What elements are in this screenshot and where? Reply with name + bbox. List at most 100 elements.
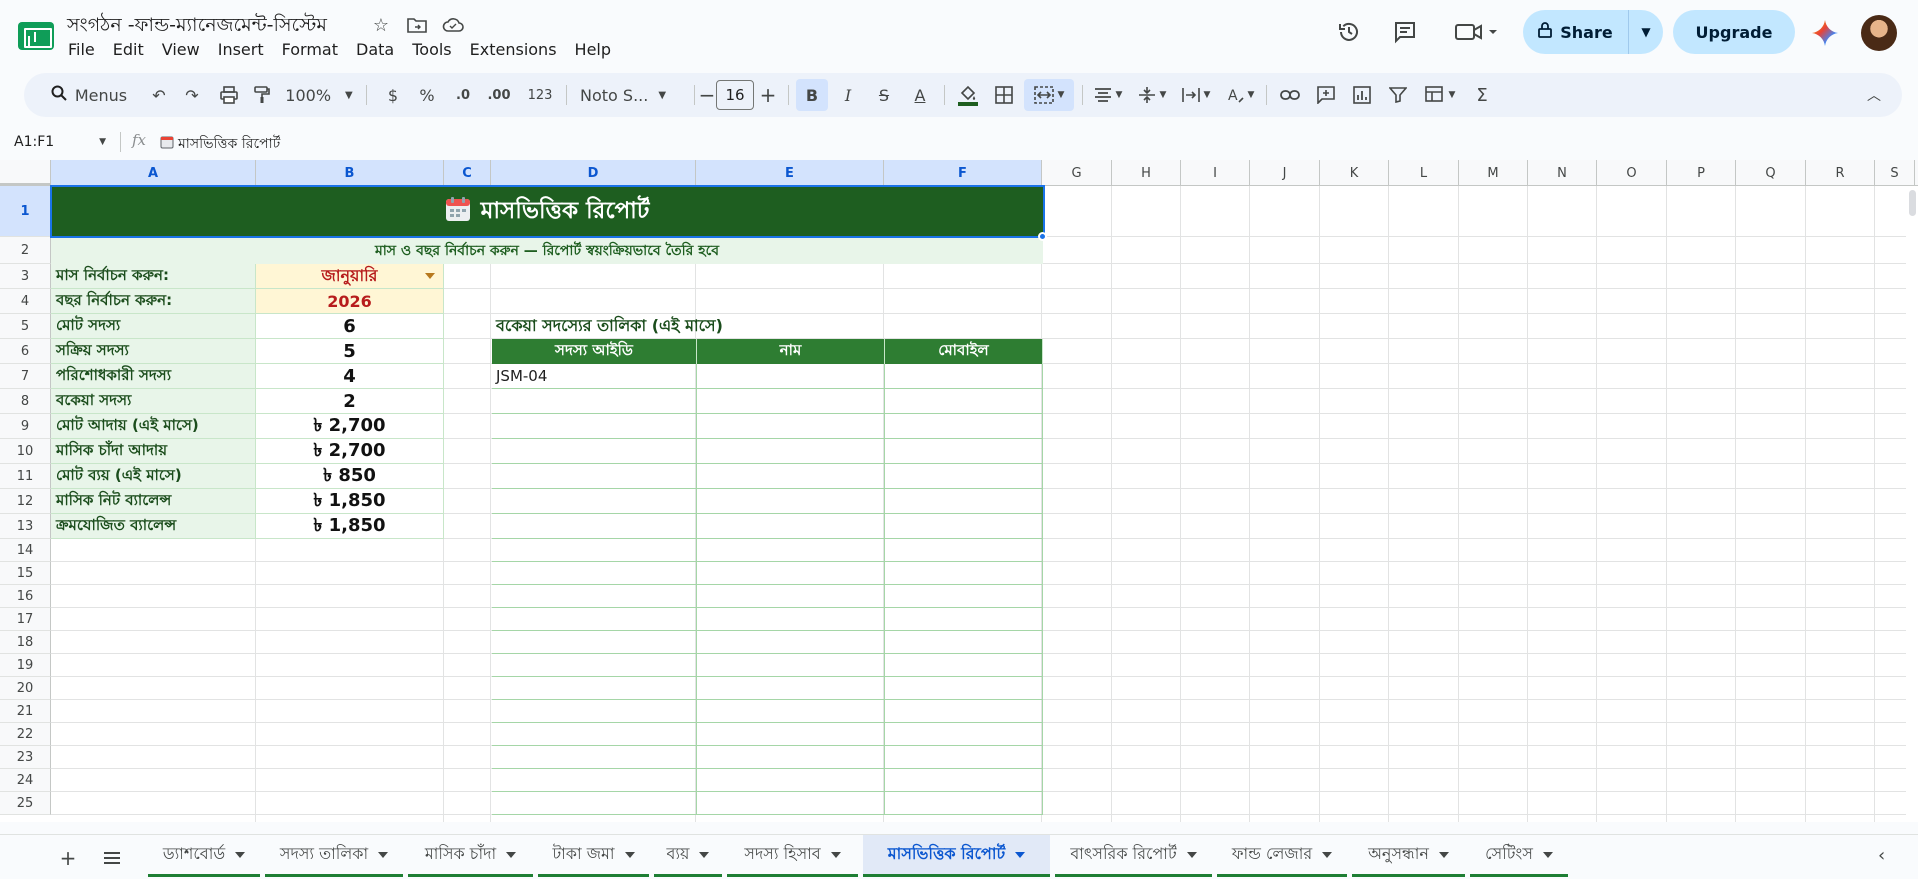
- row-header[interactable]: 23: [0, 746, 51, 769]
- due-table-cell[interactable]: [492, 769, 697, 792]
- due-header-member-id[interactable]: সদস্য আইডি: [492, 339, 697, 364]
- due-table-cell[interactable]: [492, 654, 697, 677]
- decrease-font-size-button[interactable]: −: [698, 79, 716, 111]
- due-table-cell[interactable]: [885, 746, 1043, 769]
- version-history-icon[interactable]: [1335, 18, 1363, 46]
- column-header[interactable]: J: [1250, 160, 1320, 186]
- menu-data[interactable]: Data: [356, 40, 394, 59]
- menu-file[interactable]: File: [68, 40, 95, 59]
- sheet-tab[interactable]: সদস্য তালিকা: [265, 835, 403, 877]
- due-table-cell[interactable]: [697, 631, 885, 654]
- all-sheets-icon[interactable]: [97, 843, 127, 873]
- add-sheet-icon[interactable]: +: [53, 843, 83, 873]
- column-header[interactable]: N: [1528, 160, 1597, 186]
- stat-value[interactable]: ৳ 2,700: [256, 439, 444, 464]
- increase-font-size-button[interactable]: +: [759, 79, 777, 111]
- font-family-select[interactable]: Noto S... ▼: [576, 79, 692, 111]
- menu-view[interactable]: View: [162, 40, 200, 59]
- account-avatar[interactable]: [1861, 15, 1897, 51]
- paint-format-icon[interactable]: [247, 79, 277, 111]
- due-table-cell[interactable]: [885, 792, 1043, 815]
- column-header[interactable]: G: [1042, 160, 1112, 186]
- menu-help[interactable]: Help: [575, 40, 611, 59]
- sheet-tab[interactable]: সেটিংস: [1470, 835, 1568, 877]
- formula-input[interactable]: মাসভিত্তিক রিপোর্ট: [160, 132, 280, 156]
- insert-chart-icon[interactable]: [1346, 79, 1378, 111]
- month-label[interactable]: মাস নির্বাচন করুন:: [51, 264, 256, 289]
- stat-value[interactable]: 4: [256, 364, 444, 389]
- sheet-tab[interactable]: অনুসন্ধান: [1352, 835, 1465, 877]
- row-header[interactable]: 1: [0, 186, 51, 237]
- column-header[interactable]: C: [444, 160, 491, 186]
- select-all-corner[interactable]: [0, 160, 51, 186]
- number-format-button[interactable]: 123: [524, 79, 556, 111]
- due-table-cell[interactable]: [492, 539, 697, 562]
- sheet-tab-menu-icon[interactable]: [624, 851, 635, 858]
- due-table-cell[interactable]: [697, 539, 885, 562]
- due-table-cell[interactable]: [885, 769, 1043, 792]
- due-table-cell[interactable]: [492, 723, 697, 746]
- sheet-tab-menu-icon[interactable]: [699, 851, 710, 858]
- due-table-cell[interactable]: [492, 585, 697, 608]
- due-table-cell[interactable]: [697, 364, 885, 389]
- sheet-tab[interactable]: ব্যয়: [654, 835, 722, 877]
- due-table-cell[interactable]: [885, 677, 1043, 700]
- insert-comment-icon[interactable]: [1310, 79, 1342, 111]
- sheet-tab-menu-icon[interactable]: [1322, 851, 1333, 858]
- due-table-cell[interactable]: [492, 608, 697, 631]
- upgrade-button[interactable]: Upgrade: [1673, 10, 1795, 54]
- due-table-cell[interactable]: [697, 608, 885, 631]
- share-dropdown-icon[interactable]: ▼: [1629, 25, 1663, 39]
- menus-search[interactable]: Menus: [34, 79, 144, 111]
- menu-tools[interactable]: Tools: [412, 40, 451, 59]
- column-header[interactable]: Q: [1736, 160, 1806, 186]
- fill-color-icon[interactable]: [952, 79, 984, 111]
- due-table-cell[interactable]: [885, 654, 1043, 677]
- due-table-cell[interactable]: [885, 700, 1043, 723]
- due-table-cell[interactable]: [885, 489, 1043, 514]
- column-header[interactable]: E: [696, 160, 884, 186]
- row-header[interactable]: 5: [0, 314, 51, 339]
- row-header[interactable]: 13: [0, 514, 51, 539]
- text-wrapping-icon[interactable]: ▼: [1176, 79, 1216, 111]
- due-table-cell[interactable]: [885, 723, 1043, 746]
- due-header-mobile[interactable]: মোবাইল: [885, 339, 1043, 364]
- spreadsheet-grid[interactable]: ABCDEFGHIJKLMNOPQRS 1 2 3 4 5 6 7 8 9 10 11 12 13 14 1…: [0, 160, 1918, 822]
- sheet-tab[interactable]: ড্যাশবোর্ড: [148, 835, 260, 877]
- stat-label[interactable]: বকেয়া সদস্য: [51, 389, 256, 414]
- row-header[interactable]: 25: [0, 792, 51, 815]
- due-table-cell[interactable]: [492, 700, 697, 723]
- undo-icon[interactable]: ↶: [144, 79, 174, 111]
- strikethrough-icon[interactable]: S: [868, 79, 900, 111]
- row-header[interactable]: 9: [0, 414, 51, 439]
- stat-label[interactable]: মাসিক নিট ব্যালেন্স: [51, 489, 256, 514]
- due-table-cell[interactable]: [885, 585, 1043, 608]
- borders-icon[interactable]: [988, 79, 1020, 111]
- collapse-toolbar-icon[interactable]: ︿: [1858, 79, 1890, 111]
- column-header[interactable]: H: [1112, 160, 1181, 186]
- row-header[interactable]: 19: [0, 654, 51, 677]
- row-header[interactable]: 4: [0, 289, 51, 314]
- due-table-cell[interactable]: [885, 514, 1043, 539]
- row-header[interactable]: 20: [0, 677, 51, 700]
- due-table-cell[interactable]: [492, 631, 697, 654]
- row-header[interactable]: 17: [0, 608, 51, 631]
- move-folder-icon[interactable]: [404, 12, 430, 38]
- menu-extensions[interactable]: Extensions: [470, 40, 557, 59]
- month-select[interactable]: জানুয়ারি: [256, 264, 444, 289]
- due-table-cell[interactable]: [492, 439, 697, 464]
- month-dropdown-icon[interactable]: [425, 273, 435, 279]
- row-header[interactable]: 7: [0, 364, 51, 389]
- due-table-cell[interactable]: [885, 389, 1043, 414]
- sheet-tab-menu-icon[interactable]: [830, 851, 841, 858]
- due-table-cell[interactable]: JSM-04: [492, 364, 697, 389]
- percent-format-button[interactable]: %: [414, 79, 440, 111]
- column-header[interactable]: O: [1597, 160, 1667, 186]
- gemini-icon[interactable]: [1812, 20, 1838, 46]
- stat-value[interactable]: 6: [256, 314, 444, 339]
- sheet-tab-menu-icon[interactable]: [1015, 851, 1026, 858]
- vertical-align-icon[interactable]: ▼: [1132, 79, 1172, 111]
- share-button[interactable]: Share ▼: [1523, 10, 1663, 54]
- currency-format-button[interactable]: $: [380, 79, 406, 111]
- report-subtitle[interactable]: মাস ও বছর নির্বাচন করুন — রিপোর্ট স্বয়ং…: [51, 237, 1043, 264]
